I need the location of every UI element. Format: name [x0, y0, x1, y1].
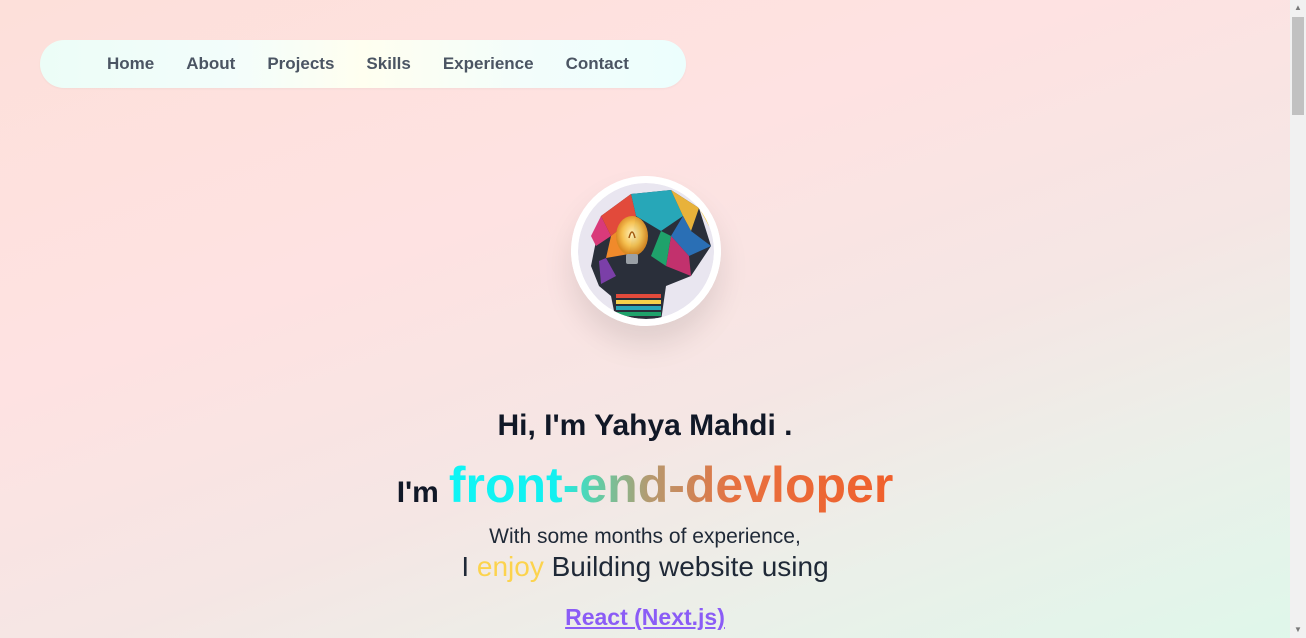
scroll-up-arrow-icon[interactable]: ▲	[1290, 0, 1306, 16]
role-prefix: I'm	[396, 476, 439, 509]
scroll-thumb[interactable]	[1292, 17, 1304, 115]
enjoy-line: I enjoy Building website using	[0, 551, 1290, 583]
role-title: front-end-devloper	[448, 457, 894, 513]
enjoy-prefix: I	[461, 551, 470, 582]
page-scrollbar[interactable]: ▲ ▼	[1290, 0, 1306, 638]
lightbulb-head-icon	[571, 176, 721, 326]
main-nav: Home About Projects Skills Experience Co…	[40, 40, 686, 88]
profile-avatar	[571, 176, 721, 326]
hero-role-line: I'm front-end-devloper	[0, 456, 1290, 514]
enjoy-word: enjoy	[476, 551, 544, 582]
hero-greeting: Hi, I'm Yahya Mahdi .	[497, 409, 793, 442]
tech-line: React (Next.js)	[0, 604, 1290, 631]
nav-link-contact[interactable]: Contact	[566, 54, 629, 74]
scroll-down-arrow-icon[interactable]: ▼	[1290, 622, 1306, 638]
nav-link-experience[interactable]: Experience	[443, 54, 534, 74]
nav-link-projects[interactable]: Projects	[267, 54, 334, 74]
portfolio-page: Home About Projects Skills Experience Co…	[0, 0, 1290, 638]
nav-link-about[interactable]: About	[186, 54, 235, 74]
tech-link[interactable]: React (Next.js)	[565, 604, 725, 630]
nav-link-home[interactable]: Home	[107, 54, 154, 74]
enjoy-suffix: Building website using	[551, 551, 829, 582]
nav-link-skills[interactable]: Skills	[366, 54, 410, 74]
experience-text: With some months of experience,	[489, 525, 801, 548]
